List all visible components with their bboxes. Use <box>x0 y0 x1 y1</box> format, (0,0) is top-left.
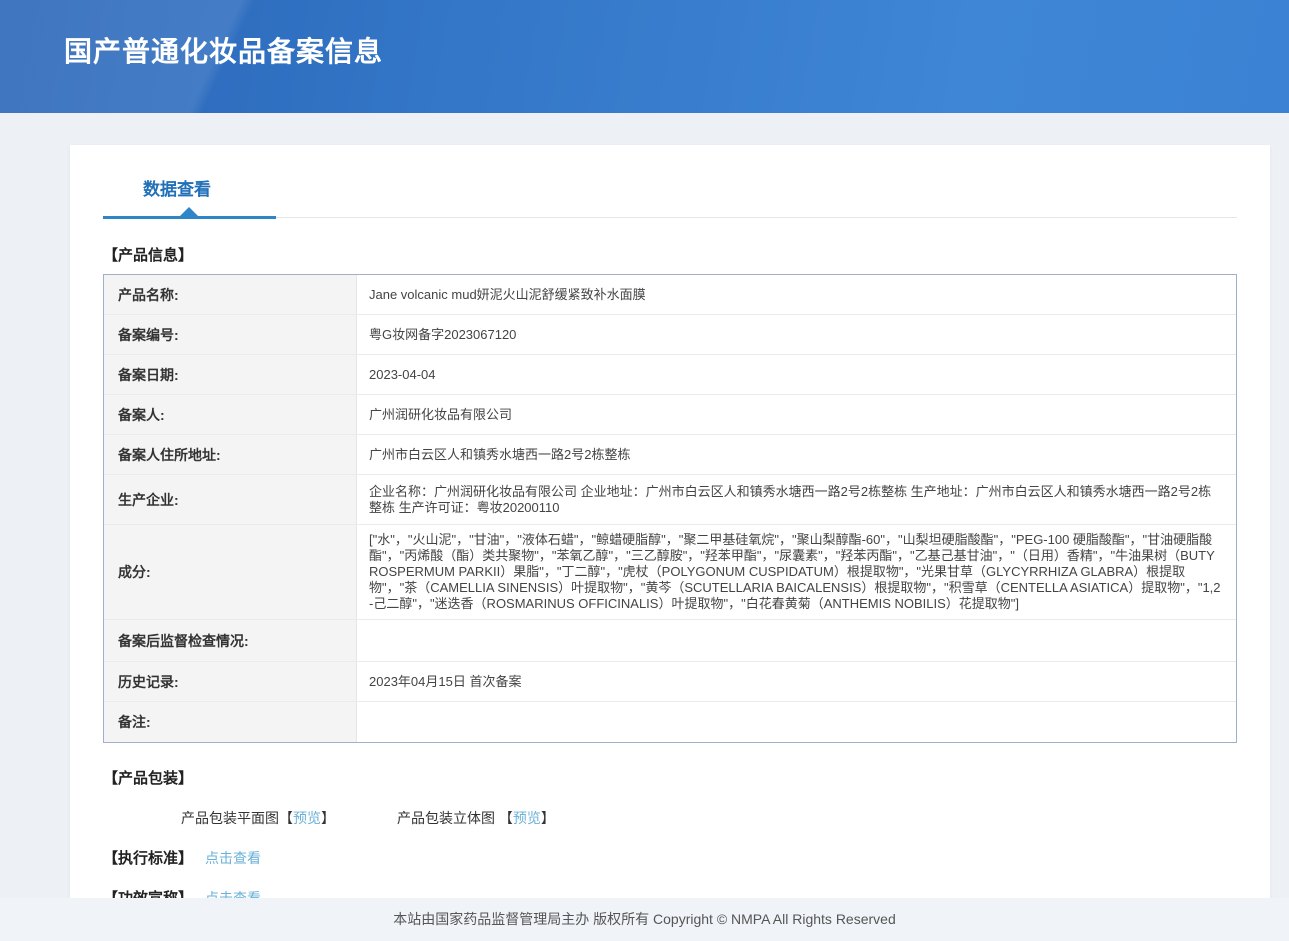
row-value: 2023-04-04 <box>357 355 1236 394</box>
table-row-ingredients: 成分: ["水"，"火山泥"，"甘油"，"液体石蜡"，"鲸蜡硬脂醇"，"聚二甲基… <box>104 525 1236 620</box>
page-footer: 本站由国家药品监督管理局主办 版权所有 Copyright © NMPA All… <box>0 898 1289 941</box>
row-value: Jane volcanic mud妍泥火山泥舒缓紧致补水面膜 <box>357 275 1236 314</box>
packaging-flat-preview: 产品包装平面图【预览】 <box>181 810 335 826</box>
row-value: 2023年04月15日 首次备案 <box>357 662 1236 701</box>
tab-bar: 数据查看 <box>103 175 1237 218</box>
table-row-product-name: 产品名称: Jane volcanic mud妍泥火山泥舒缓紧致补水面膜 <box>104 275 1236 315</box>
table-row-registrant-address: 备案人住所地址: 广州市白云区人和镇秀水塘西一路2号2栋整栋 <box>104 435 1236 475</box>
table-row-manufacturer: 生产企业: 企业名称：广州润研化妆品有限公司 企业地址：广州市白云区人和镇秀水塘… <box>104 475 1236 525</box>
row-value: 广州润研化妆品有限公司 <box>357 395 1236 434</box>
row-value: ["水"，"火山泥"，"甘油"，"液体石蜡"，"鲸蜡硬脂醇"，"聚二甲基硅氧烷"… <box>357 525 1236 619</box>
row-label: 历史记录: <box>104 662 357 701</box>
section-title-product-info: 【产品信息】 <box>103 244 1237 265</box>
table-row-registration-number: 备案编号: 粤G妆网备字2023067120 <box>104 315 1236 355</box>
bracket-open: 【 <box>499 810 513 826</box>
packaging-flat-label: 产品包装平面图 <box>181 810 279 826</box>
row-value: 粤G妆网备字2023067120 <box>357 315 1236 354</box>
bracket-close: 】 <box>541 810 555 826</box>
packaging-stereo-label: 产品包装立体图 <box>397 810 499 826</box>
packaging-flat-preview-link[interactable]: 预览 <box>293 810 321 826</box>
row-value: 广州市白云区人和镇秀水塘西一路2号2栋整栋 <box>357 435 1236 474</box>
packaging-stereo-preview-link[interactable]: 预览 <box>513 810 541 826</box>
row-label: 备案人住所地址: <box>104 435 357 474</box>
row-label: 备案日期: <box>104 355 357 394</box>
packaging-previews: 产品包装平面图【预览】产品包装立体图 【预览】 <box>181 808 1237 828</box>
table-row-history: 历史记录: 2023年04月15日 首次备案 <box>104 662 1236 702</box>
packaging-stereo-preview: 产品包装立体图 【预览】 <box>397 810 555 826</box>
row-label: 备注: <box>104 702 357 742</box>
row-label: 备案编号: <box>104 315 357 354</box>
table-row-registration-date: 备案日期: 2023-04-04 <box>104 355 1236 395</box>
row-label: 成分: <box>104 525 357 619</box>
triangle-up-icon <box>180 207 198 216</box>
row-label: 备案后监督检查情况: <box>104 620 357 661</box>
bracket-open: 【 <box>279 810 293 826</box>
table-row-registrant: 备案人: 广州润研化妆品有限公司 <box>104 395 1236 435</box>
bracket-close: 】 <box>321 810 335 826</box>
page-header-banner: 国产普通化妆品备案信息 <box>0 0 1289 113</box>
standard-row: 【执行标准】 点击查看 <box>103 847 1237 868</box>
table-row-post-supervision: 备案后监督检查情况: <box>104 620 1236 662</box>
section-title-packaging: 【产品包装】 <box>103 767 1237 788</box>
section-title-standard: 【执行标准】 <box>103 847 193 868</box>
active-tab-underline <box>103 216 276 219</box>
tab-data-view[interactable]: 数据查看 <box>143 175 211 217</box>
row-value <box>357 702 1236 742</box>
page-title: 国产普通化妆品备案信息 <box>0 0 1289 70</box>
table-row-remarks: 备注: <box>104 702 1236 742</box>
row-value <box>357 620 1236 661</box>
row-label: 生产企业: <box>104 475 357 524</box>
content-card: 数据查看 【产品信息】 产品名称: Jane volcanic mud妍泥火山泥… <box>70 145 1270 934</box>
row-label: 产品名称: <box>104 275 357 314</box>
row-label: 备案人: <box>104 395 357 434</box>
copyright-text: 本站由国家药品监督管理局主办 版权所有 Copyright © NMPA All… <box>393 911 895 927</box>
row-value: 企业名称：广州润研化妆品有限公司 企业地址：广州市白云区人和镇秀水塘西一路2号2… <box>357 475 1236 524</box>
standard-view-link[interactable]: 点击查看 <box>205 848 261 868</box>
product-info-table: 产品名称: Jane volcanic mud妍泥火山泥舒缓紧致补水面膜 备案编… <box>103 274 1237 743</box>
